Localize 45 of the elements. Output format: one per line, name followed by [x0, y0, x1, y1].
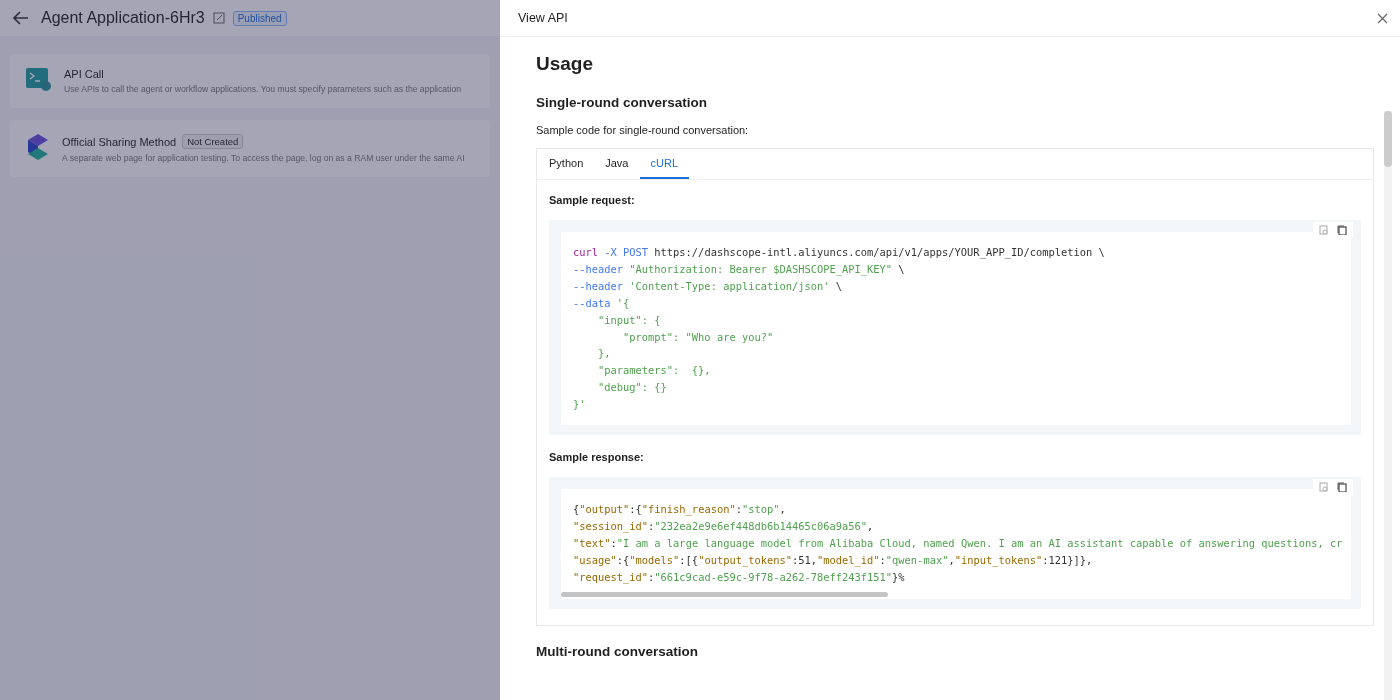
method-description: Use APIs to call the agent or workflow applications. You must specify parameters such as the application — [64, 84, 461, 94]
code-line: "input": { — [597, 312, 662, 328]
close-icon[interactable] — [1377, 12, 1388, 24]
copy-image-icon[interactable] — [1319, 482, 1329, 493]
language-tab[interactable]: cURL — [639, 149, 689, 179]
copy-image-icon[interactable] — [1319, 225, 1329, 235]
copy-icon[interactable] — [1337, 482, 1347, 493]
method-title: Official Sharing Method — [62, 135, 177, 148]
scrollbar-thumb[interactable] — [1384, 111, 1392, 167]
code-line: "usage":{"models":[{"output_tokens":51,"model_id":"qwen-max","input_tokens":121}]}, — [573, 552, 1094, 569]
horizontal-scrollbar[interactable] — [561, 591, 888, 597]
code-line: "parameters": {}, — [597, 363, 712, 379]
code-line: "request_id":"661c9cad-e59c-9f78-a262-78eff243f151"}% — [573, 569, 906, 586]
intro-text: Sample code for single-round conversation: — [536, 124, 750, 136]
code-line: curl -X POST https://dashscope-intl.aliyuncs.com/api/v1/apps/YOUR_APP_ID/completion \ — [573, 245, 1106, 261]
edit-icon[interactable] — [212, 12, 225, 24]
back-arrow-icon[interactable] — [13, 11, 29, 25]
method-description: A separate web page for application testing. To access the page, log on as a RAM user under the same AI — [62, 153, 465, 163]
sample-label: Sample response: — [549, 451, 645, 464]
code-line: "debug": {} — [597, 380, 668, 396]
code-line: "text":"I am a large language model from Alibaba Cloud, named Qwen. I am an AI assistant capable of answering questions, cr — [573, 535, 1344, 551]
logo-icon — [26, 134, 50, 160]
code-line: --data '{ — [573, 295, 631, 311]
code-line: "session_id":"232ea2e9e6ef448db6b14465c06a9a56", — [573, 518, 875, 535]
terminal-icon — [26, 68, 52, 92]
language-tab[interactable]: Java — [605, 149, 629, 179]
method-card[interactable]: Official Sharing Method Not Created A separate web page for application testing. To access the page, log on as a RAM user under the same AI — [10, 120, 490, 177]
page-title: Agent Application-6Hr3 — [41, 9, 205, 27]
usage-heading: Usage — [536, 53, 595, 75]
code-line: --header "Authorization: Bearer $DASHSCOPE_API_KEY" \ — [573, 261, 906, 278]
sample-label: Sample request: — [549, 194, 636, 206]
status-tag: Not Created — [182, 134, 244, 149]
method-title: API Call — [64, 68, 104, 80]
method-card[interactable]: API Call Use APIs to call the agent or workflow applications. You must specify parameters such as the application — [10, 54, 490, 108]
code-line: }' — [573, 397, 587, 413]
status-tag: Published — [232, 10, 287, 26]
section-heading: Single-round conversation — [536, 95, 709, 110]
code-line: {"output":{"finish_reason":"stop", — [573, 502, 787, 518]
code-line: --header 'Content-Type: application/json' \ — [573, 278, 843, 294]
code-line: }, — [597, 346, 612, 362]
drawer-title: View API — [518, 11, 568, 25]
code-line: "prompt": "Who are you?" — [622, 329, 775, 345]
language-tab[interactable]: Python — [549, 149, 584, 179]
copy-icon[interactable] — [1337, 225, 1347, 235]
section-heading: Multi-round conversation — [536, 643, 699, 659]
